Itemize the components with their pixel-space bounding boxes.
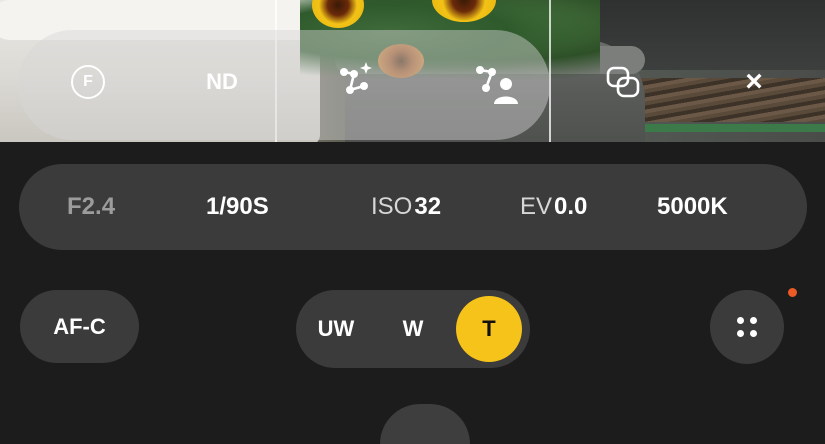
iso-label: ISO — [371, 193, 413, 220]
lens-option-label: W — [402, 316, 424, 341]
lens-option-label: T — [482, 316, 496, 341]
notification-dot — [788, 288, 797, 297]
aperture-control[interactable]: F 2.4 — [67, 164, 115, 250]
shutter-button[interactable] — [380, 404, 470, 444]
iso-control[interactable]: ISO 32 — [371, 164, 441, 250]
iso-value: 32 — [414, 193, 442, 220]
grid-dots-icon — [737, 330, 744, 337]
close-icon[interactable]: × — [738, 65, 770, 98]
lens-option-t[interactable]: T — [456, 296, 522, 362]
grid-line — [549, 0, 551, 142]
focus-mode-label: AF-C — [53, 313, 106, 339]
white-balance-control[interactable]: 5000K — [657, 164, 728, 250]
viewfinder-scene-wood — [640, 78, 825, 122]
white-balance-value: 5000K — [657, 193, 728, 220]
ev-label: EV — [520, 193, 553, 220]
shutter-speed-control[interactable]: 1/90S — [206, 164, 269, 250]
grid-dots-icon — [750, 317, 757, 324]
f-filter-icon[interactable]: F — [71, 65, 105, 99]
lens-option-w[interactable]: W — [390, 290, 436, 368]
auto-focus-points-icon[interactable] — [334, 58, 378, 102]
lens-option-uw[interactable]: UW — [310, 290, 362, 368]
aperture-value: 2.4 — [81, 193, 116, 220]
nd-filter-button[interactable]: ND — [196, 64, 248, 100]
shutter-speed-value: 1/90S — [206, 193, 269, 220]
grid-dots-icon — [737, 317, 744, 324]
subject-focus-icon[interactable] — [472, 60, 520, 106]
lens-selector: UW W T — [296, 290, 530, 368]
exposure-parameter-bar: F 2.4 1/90S ISO 32 EV 0.0 5000K — [19, 164, 807, 250]
ev-value: 0.0 — [554, 193, 588, 220]
nd-filter-label: ND — [206, 69, 238, 94]
overlay-layers-icon[interactable] — [604, 64, 644, 102]
more-options-button[interactable] — [710, 290, 784, 364]
ev-control[interactable]: EV 0.0 — [520, 164, 587, 250]
lens-option-label: UW — [317, 316, 355, 341]
aperture-prefix: F — [67, 193, 82, 220]
viewfinder-scene-hose — [620, 124, 825, 132]
focus-mode-button[interactable]: AF-C — [20, 290, 139, 363]
close-glyph: × — [745, 65, 763, 98]
grid-dots-icon — [750, 330, 757, 337]
f-filter-label: F — [83, 73, 93, 90]
